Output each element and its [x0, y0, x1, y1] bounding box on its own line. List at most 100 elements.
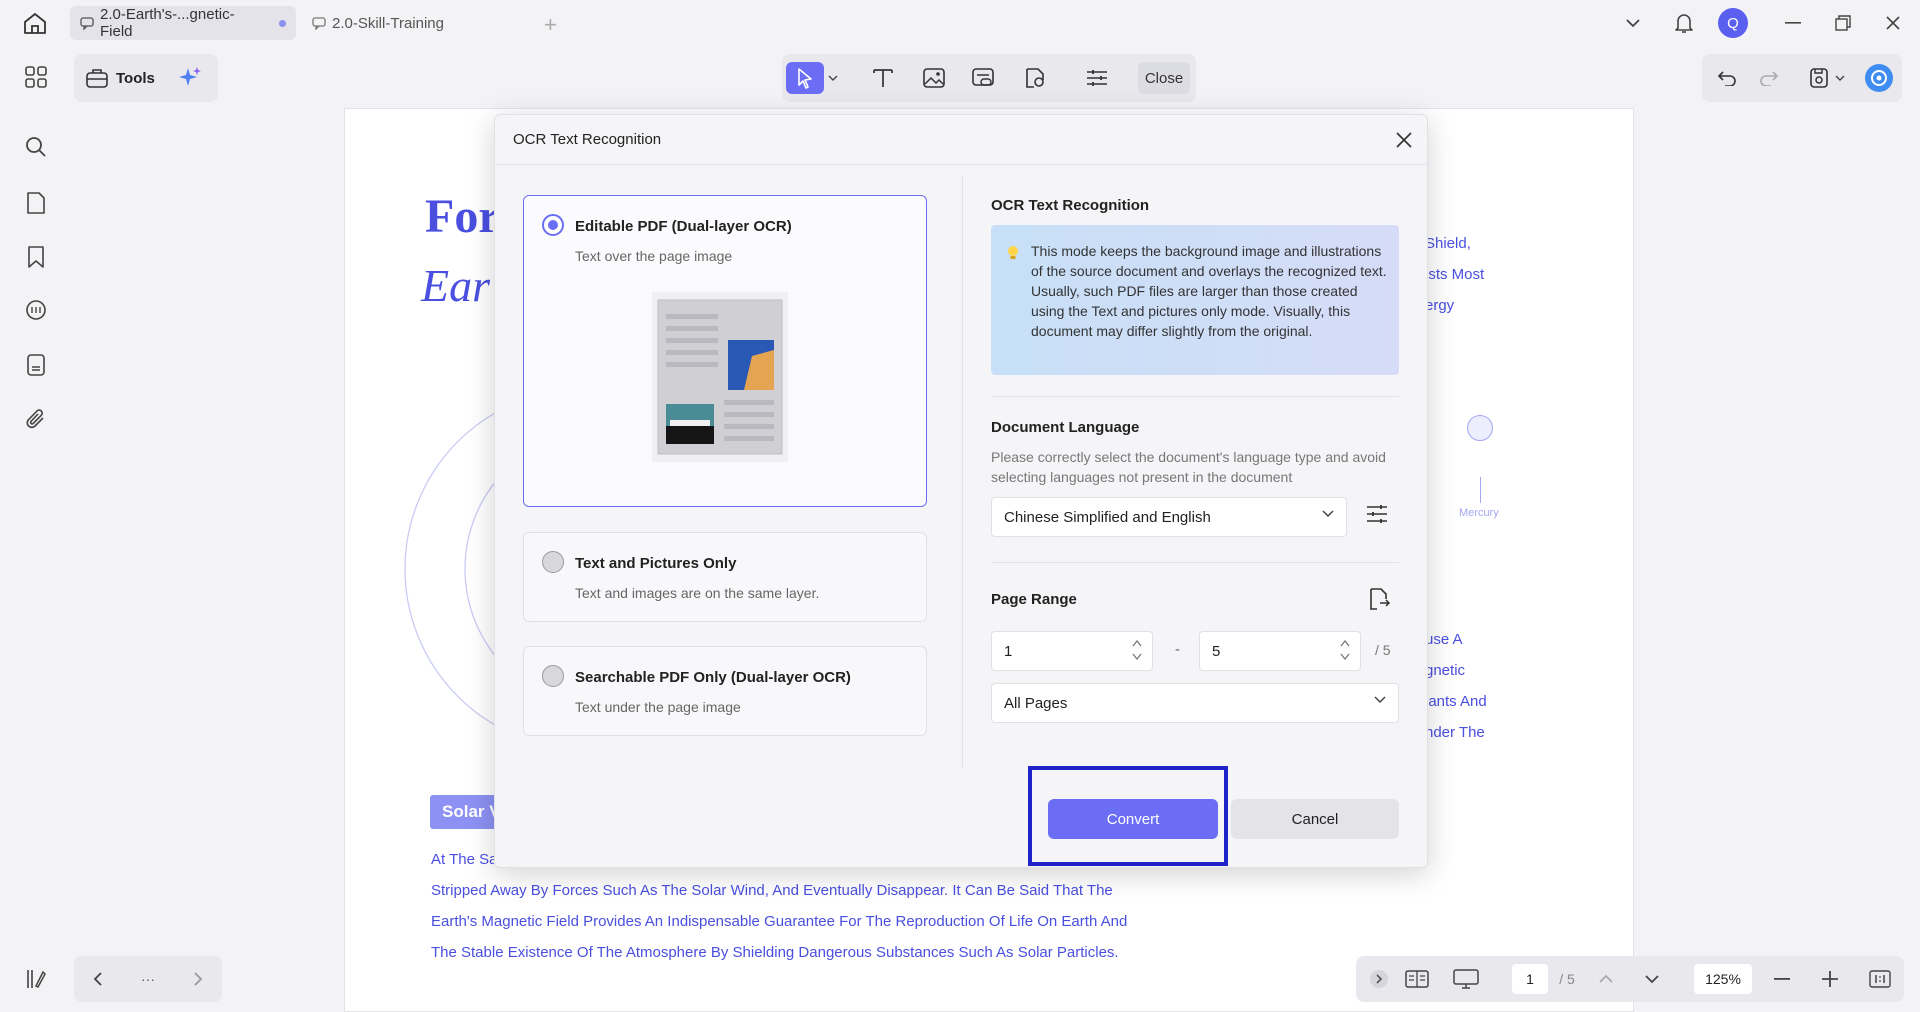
view-bar: 1 / 5 125%: [1356, 956, 1904, 1002]
right-toolbar: [1702, 54, 1902, 102]
divider: [962, 175, 963, 769]
zoom-level[interactable]: 125%: [1694, 964, 1752, 994]
collapse-icon[interactable]: [1368, 968, 1390, 990]
add-link-icon[interactable]: [967, 62, 1001, 94]
apps-grid-icon[interactable]: [23, 64, 49, 90]
option-subtitle: Text and images are on the same layer.: [575, 585, 820, 601]
doc-right-text: ergy: [1425, 297, 1455, 314]
cancel-button[interactable]: Cancel: [1231, 799, 1399, 839]
tab-bar: 2.0-Earth's-...gnetic-Field 2.0-Skill-Tr…: [0, 0, 1920, 46]
prev-page-icon[interactable]: [1596, 968, 1616, 990]
chevron-down-icon: [1374, 696, 1386, 704]
doc-right-text: Shield,: [1425, 235, 1471, 252]
home-icon[interactable]: [20, 10, 50, 36]
minimize-icon[interactable]: [1780, 8, 1806, 38]
pages-select[interactable]: All Pages: [991, 683, 1399, 723]
comment-icon: [80, 16, 94, 30]
search-icon[interactable]: [23, 134, 49, 160]
more-button[interactable]: ···: [134, 968, 162, 990]
option-subtitle: Text over the page image: [575, 248, 733, 264]
option-editable-pdf[interactable]: Editable PDF (Dual-layer OCR) Text over …: [523, 195, 927, 507]
ai-sparkle-icon[interactable]: [177, 65, 203, 91]
option-text-and-pictures[interactable]: Text and Pictures Only Text and images a…: [523, 532, 927, 622]
range-from-input[interactable]: 1: [991, 631, 1153, 671]
comment-icon: [312, 16, 326, 30]
language-value: Chinese Simplified and English: [1004, 508, 1211, 526]
settings-sliders-icon[interactable]: [1080, 62, 1114, 94]
range-total: / 5: [1375, 642, 1391, 658]
page-thumbnail-icon[interactable]: [23, 190, 49, 216]
chevron-down-icon[interactable]: [1620, 8, 1646, 38]
option-title: Searchable PDF Only (Dual-layer OCR): [575, 669, 851, 686]
sidebar-toggle-icon[interactable]: [23, 966, 49, 992]
zoom-out-icon[interactable]: [1772, 968, 1792, 990]
language-options-icon[interactable]: [1365, 503, 1391, 529]
stepper-icon[interactable]: [1340, 638, 1350, 662]
actual-size-icon[interactable]: [1868, 968, 1892, 990]
doc-paragraph-line: Stripped Away By Forces Such As The Sola…: [431, 882, 1113, 899]
chevron-down-icon[interactable]: [1832, 62, 1848, 94]
chevron-down-icon[interactable]: [824, 62, 842, 94]
doc-right-text: ists Most: [1425, 266, 1485, 283]
restore-icon[interactable]: [1830, 8, 1856, 38]
close-edit-button[interactable]: Close: [1138, 62, 1190, 94]
add-tab-icon[interactable]: +: [544, 12, 557, 38]
doc-title-line2: Ear: [421, 260, 490, 311]
tools-button[interactable]: Tools: [74, 54, 218, 102]
chevron-down-icon: [1322, 510, 1334, 518]
doc-right-text: lants And: [1425, 693, 1487, 710]
dialog-title: OCR Text Recognition: [513, 131, 662, 148]
page-nav-bar: ···: [74, 956, 222, 1002]
zoom-in-icon[interactable]: [1820, 968, 1840, 990]
add-text-icon[interactable]: [866, 62, 900, 94]
bell-icon[interactable]: [1670, 8, 1698, 38]
stepper-icon[interactable]: [1132, 638, 1142, 662]
option-title: Text and Pictures Only: [575, 555, 737, 572]
tab-skill-training[interactable]: 2.0-Skill-Training: [302, 6, 528, 40]
redo-icon[interactable]: [1752, 62, 1786, 94]
chevron-left-icon[interactable]: [88, 968, 108, 990]
section-title-language: Document Language: [991, 419, 1140, 436]
watermark-icon[interactable]: [1018, 62, 1052, 94]
page-number-input[interactable]: 1: [1512, 964, 1548, 994]
radio-editable-pdf[interactable]: [542, 214, 564, 236]
close-window-icon[interactable]: [1880, 8, 1906, 38]
select-cursor-icon[interactable]: [786, 62, 824, 94]
doc-title-line1: For: [425, 190, 500, 243]
ai-assistant-icon[interactable]: [1862, 62, 1896, 94]
unsaved-dot: [279, 19, 286, 27]
range-separator: -: [1175, 641, 1180, 658]
chevron-right-icon[interactable]: [188, 968, 208, 990]
toolbox-icon: [86, 68, 108, 88]
doc-right-text: use A: [1425, 631, 1463, 648]
pages-value: All Pages: [1004, 694, 1068, 712]
add-image-icon[interactable]: [917, 62, 951, 94]
language-description: Please correctly select the document's l…: [991, 449, 1386, 485]
avatar[interactable]: Q: [1718, 8, 1748, 38]
bookmark-icon[interactable]: [23, 244, 49, 270]
attachment-icon[interactable]: [23, 406, 49, 432]
range-to-input[interactable]: 5: [1199, 631, 1361, 671]
doc-paragraph-line: At The Sa: [431, 851, 498, 868]
page-range-icon[interactable]: [1367, 587, 1393, 613]
ocr-dialog: OCR Text Recognition Editable PDF (Dual-…: [494, 114, 1428, 868]
doc-right-text: gnetic: [1425, 662, 1466, 679]
option-searchable-pdf[interactable]: Searchable PDF Only (Dual-layer OCR) Tex…: [523, 646, 927, 736]
two-page-view-icon[interactable]: [1404, 968, 1430, 990]
next-page-icon[interactable]: [1642, 968, 1662, 990]
info-text: This mode keeps the background image and…: [1031, 243, 1387, 339]
undo-icon[interactable]: [1710, 62, 1744, 94]
radio-text-and-pictures[interactable]: [542, 551, 564, 573]
page-total: / 5: [1559, 971, 1575, 987]
tab-earth-magnetic-field[interactable]: 2.0-Earth's-...gnetic-Field: [70, 6, 296, 40]
close-icon[interactable]: [1395, 131, 1415, 151]
form-fields-icon[interactable]: [23, 352, 49, 378]
comments-icon[interactable]: [23, 298, 49, 324]
convert-button[interactable]: Convert: [1048, 799, 1218, 839]
language-select[interactable]: Chinese Simplified and English: [991, 497, 1347, 537]
save-icon[interactable]: [1802, 62, 1836, 94]
presentation-icon[interactable]: [1452, 968, 1480, 990]
connector-line: [1480, 477, 1481, 503]
radio-searchable-pdf[interactable]: [542, 665, 564, 687]
tools-label: Tools: [116, 69, 155, 87]
